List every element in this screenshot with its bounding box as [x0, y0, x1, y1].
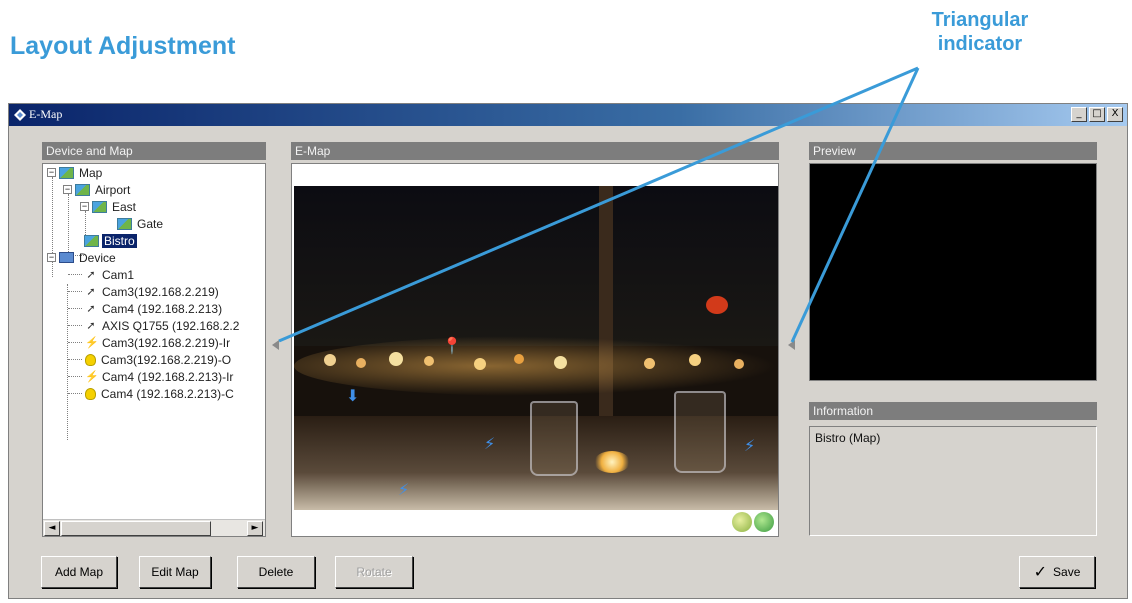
- pan-tool-icon[interactable]: [732, 512, 752, 532]
- map-icon: [92, 200, 107, 213]
- right-triangular-indicator[interactable]: [788, 340, 795, 350]
- camera-icon: ➚: [86, 319, 96, 332]
- zoom-tool-icon[interactable]: [754, 512, 774, 532]
- input-marker-icon[interactable]: ⚡: [484, 434, 495, 453]
- tree-node-bistro[interactable]: Bistro: [84, 232, 137, 249]
- callout-line-1: Triangular: [931, 9, 1029, 31]
- window-titlebar[interactable]: E-Map _ □ X: [9, 104, 1127, 126]
- camera-icon: ➚: [86, 285, 96, 298]
- window-title: E-Map: [29, 107, 63, 121]
- save-button[interactable]: ✓ Save: [1019, 556, 1095, 588]
- input-trigger-icon: ⚡: [85, 370, 99, 383]
- map-icon: [75, 183, 90, 196]
- tree-node-label: Cam3(192.168.2.219)-O: [101, 352, 232, 367]
- input-trigger-icon: ⚡: [85, 336, 99, 349]
- information-header: Information: [809, 402, 1097, 420]
- tree-node-device-item[interactable]: ⚡ Cam4 (192.168.2.213)-Ir: [85, 368, 235, 385]
- tree-node-east[interactable]: − East: [80, 198, 138, 215]
- monitor-icon: [59, 252, 74, 263]
- tree-node-label: Airport: [95, 182, 131, 197]
- tree-node-label: Map: [79, 165, 103, 180]
- checkmark-icon: ✓: [1033, 564, 1048, 581]
- left-triangular-indicator[interactable]: [272, 340, 279, 350]
- tree-node-device-item[interactable]: ⚡ Cam3(192.168.2.219)-Ir: [85, 334, 232, 351]
- tree-node-label: Cam4 (192.168.2.213)-Ir: [102, 369, 234, 384]
- delete-button[interactable]: Delete: [237, 556, 315, 588]
- tree-node-gate[interactable]: Gate: [117, 215, 165, 232]
- tree-node-device[interactable]: − Device: [47, 249, 118, 266]
- emap-window: E-Map _ □ X Device and Map E-Map Preview…: [8, 103, 1128, 599]
- app-icon: [14, 109, 26, 121]
- tree-node-device-item[interactable]: Cam4 (192.168.2.213)-C: [85, 385, 236, 402]
- camera-marker-icon[interactable]: ⬇: [346, 386, 359, 405]
- map-icon: [59, 166, 74, 179]
- tree-node-map[interactable]: − Map: [47, 164, 104, 181]
- input-marker-icon[interactable]: ⚡: [398, 480, 409, 499]
- camera-icon: ➚: [86, 268, 96, 281]
- tree-node-label: Cam3(192.168.2.219): [102, 284, 219, 299]
- edit-map-button[interactable]: Edit Map: [139, 556, 211, 588]
- information-text: Bistro (Map): [815, 431, 881, 445]
- collapse-icon[interactable]: −: [47, 168, 56, 177]
- callout-line-2: indicator: [937, 33, 1023, 55]
- page: Layout Adjustment Triangular indicator E…: [0, 0, 1132, 603]
- tree-node-label: East: [112, 199, 137, 214]
- emap-view[interactable]: 📍 ⬇ ⚡ ⚡ ⚡: [291, 163, 779, 537]
- scroll-thumb[interactable]: [61, 521, 211, 536]
- tree-node-label: AXIS Q1755 (192.168.2.2: [102, 318, 240, 333]
- tree-node-label: Cam3(192.168.2.219)-Ir: [102, 335, 231, 350]
- preview-header: Preview: [809, 142, 1097, 160]
- output-bulb-icon: [85, 387, 96, 400]
- tree-node-label-selected: Bistro: [102, 233, 137, 248]
- map-pin-icon[interactable]: 📍: [442, 336, 462, 355]
- device-map-tree[interactable]: − Map − Airport − East Gate Bistro − Dev…: [42, 163, 266, 537]
- map-icon: [84, 234, 99, 247]
- map-image: 📍 ⬇ ⚡ ⚡ ⚡: [294, 186, 778, 510]
- emap-header: E-Map: [291, 142, 779, 160]
- add-map-button[interactable]: Add Map: [41, 556, 117, 588]
- information-box: Bistro (Map): [809, 426, 1097, 536]
- rotate-button[interactable]: Rotate: [335, 556, 413, 588]
- tree-node-label: Cam4 (192.168.2.213)-C: [101, 386, 234, 401]
- collapse-icon[interactable]: −: [47, 253, 56, 262]
- input-marker-icon[interactable]: ⚡: [744, 436, 755, 455]
- tree-node-label: Cam4 (192.168.2.213): [102, 301, 223, 316]
- tree-node-label: Gate: [137, 216, 164, 231]
- tree-node-airport[interactable]: − Airport: [63, 181, 132, 198]
- document-title: Layout Adjustment: [10, 32, 236, 60]
- tree-node-label: Cam1: [102, 267, 135, 282]
- tree-horizontal-scrollbar[interactable]: ◄ ►: [43, 519, 265, 536]
- maximize-button[interactable]: □: [1089, 107, 1105, 122]
- collapse-icon[interactable]: −: [63, 185, 72, 194]
- save-label: Save: [1053, 565, 1081, 579]
- preview-area: [809, 163, 1097, 381]
- scroll-right-button[interactable]: ►: [247, 521, 263, 536]
- triangular-indicator-callout: Triangular indicator: [905, 8, 1055, 56]
- output-bulb-icon: [85, 353, 96, 366]
- scroll-left-button[interactable]: ◄: [44, 521, 60, 536]
- device-and-map-header: Device and Map: [42, 142, 266, 160]
- tree-node-device-item[interactable]: ➚ Cam3(192.168.2.219): [85, 283, 221, 300]
- close-button[interactable]: X: [1107, 107, 1123, 122]
- collapse-icon[interactable]: −: [80, 202, 89, 211]
- tree-node-label: Device: [79, 250, 116, 265]
- camera-icon: ➚: [86, 302, 96, 315]
- tree-node-device-item[interactable]: ➚ AXIS Q1755 (192.168.2.2: [85, 317, 241, 334]
- minimize-button[interactable]: _: [1071, 107, 1087, 122]
- tree-node-device-item[interactable]: Cam3(192.168.2.219)-O: [85, 351, 233, 368]
- tree-node-device-item[interactable]: ➚ Cam4 (192.168.2.213): [85, 300, 224, 317]
- tree-node-device-item[interactable]: ➚ Cam1: [85, 266, 136, 283]
- map-icon: [117, 217, 132, 230]
